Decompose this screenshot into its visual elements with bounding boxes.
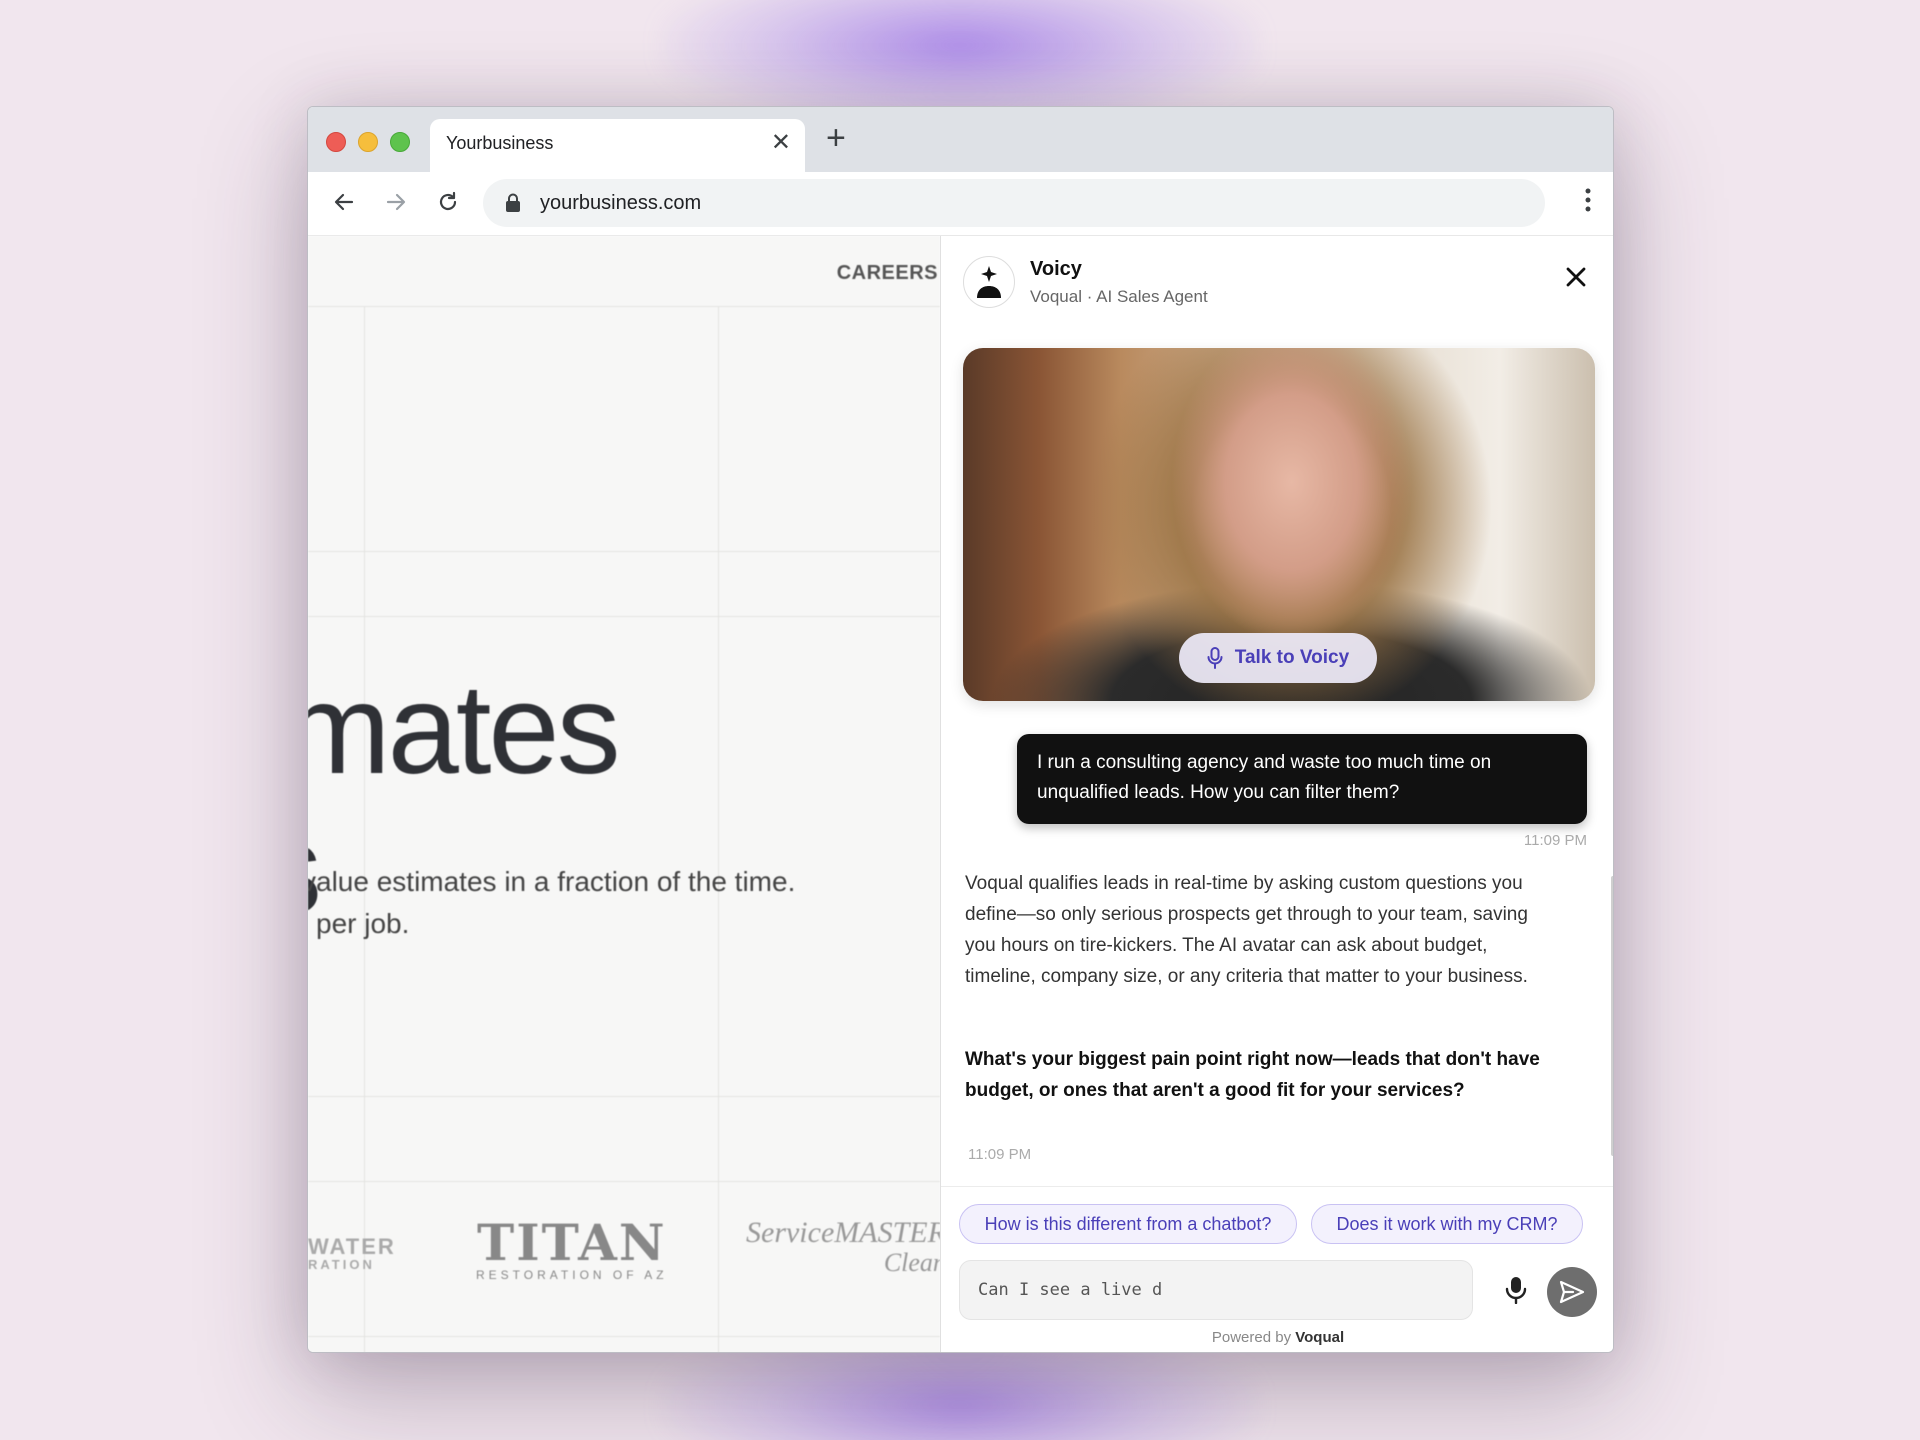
hero-heading-line1: mates <box>308 658 621 801</box>
agent-person-sparkle-icon <box>977 266 1001 298</box>
tab-title: Yourbusiness <box>446 133 554 153</box>
agent-message-text: Voqual qualifies leads in real-time by a… <box>965 873 1528 987</box>
forward-arrow-icon[interactable] <box>380 186 412 218</box>
chat-scrollbar[interactable] <box>1611 876 1613 1156</box>
message-input[interactable] <box>959 1260 1473 1320</box>
back-arrow-icon[interactable] <box>328 186 360 218</box>
grid-line <box>308 306 940 307</box>
agent-message-question: What's your biggest pain point right now… <box>965 1049 1540 1101</box>
address-bar[interactable]: yourbusiness.com <box>483 179 1545 227</box>
powered-by-prefix: Powered by <box>1211 1329 1292 1346</box>
grid-line <box>308 1181 940 1182</box>
grid-line <box>364 306 365 1352</box>
page-content: CAREERS mates s value estimates in a fra… <box>308 236 1613 1352</box>
logo-titan-name: TITAN <box>477 1213 667 1272</box>
logo-water-top: WATER <box>308 1234 396 1259</box>
avatar-video[interactable]: Talk to Voicy <box>963 348 1595 701</box>
talk-to-voicy-button[interactable]: Talk to Voicy <box>1179 633 1377 683</box>
logo-servicemaster-name: ServiceMASTER <box>746 1216 940 1249</box>
powered-by-footer: Powered by Voqual <box>941 1329 1613 1346</box>
tab-close-icon[interactable]: ✕ <box>771 131 791 155</box>
agent-message-time: 11:09 PM <box>968 1146 1032 1163</box>
send-icon <box>1559 1280 1585 1304</box>
grid-line <box>308 551 940 552</box>
client-logo-titan: TITAN RESTORATION OF AZ <box>476 1213 668 1283</box>
hero-subtitle-line2: per job. <box>316 908 410 939</box>
powered-by-brand[interactable]: Voqual <box>1295 1329 1344 1346</box>
close-window-button[interactable] <box>326 132 346 152</box>
tab-yourbusiness[interactable]: Yourbusiness ✕ <box>430 119 805 172</box>
user-message-text: I run a consulting agency and waste too … <box>1037 752 1492 803</box>
user-message-time: 11:09 PM <box>1523 832 1587 849</box>
chat-widget: Voicy Voqual · AI Sales Agent Talk to Vo… <box>940 236 1613 1352</box>
browser-menu-icon[interactable] <box>1585 188 1591 217</box>
microphone-icon <box>1207 647 1223 669</box>
agent-subtitle: Voqual · AI Sales Agent <box>1030 287 1208 306</box>
tab-bar: Yourbusiness ✕ + <box>308 107 1613 172</box>
browser-toolbar: yourbusiness.com <box>308 172 1613 236</box>
agent-name: Voicy <box>1030 258 1082 280</box>
logo-servicemaster-sub: Clean <box>883 1248 940 1277</box>
talk-button-label: Talk to Voicy <box>1234 647 1350 668</box>
grid-line <box>308 1336 940 1337</box>
suggestion-chip-chatbot[interactable]: How is this different from a chatbot? <box>959 1204 1297 1244</box>
grid-line <box>308 616 940 617</box>
send-button[interactable] <box>1547 1267 1597 1317</box>
hero-subtitle-line1: value estimates in a fraction of the tim… <box>308 866 796 897</box>
divider <box>941 1186 1613 1187</box>
close-chat-icon[interactable] <box>1565 266 1587 293</box>
client-logo-servicemaster: ServiceMASTER Clean <box>746 1216 940 1278</box>
minimize-window-button[interactable] <box>358 132 378 152</box>
agent-avatar <box>963 256 1015 308</box>
background-website: CAREERS mates s value estimates in a fra… <box>308 236 940 1352</box>
logo-water-bottom: RATION <box>308 1257 375 1272</box>
microphone-icon[interactable] <box>1505 1276 1527 1309</box>
reload-icon[interactable] <box>432 186 464 218</box>
browser-window: Yourbusiness ✕ + yourbusiness.com CAREER… <box>307 106 1614 1353</box>
client-logo-water: WATER RATION <box>308 1234 396 1272</box>
grid-line <box>718 306 719 1352</box>
lock-icon <box>505 193 521 218</box>
url-text: yourbusiness.com <box>540 192 702 214</box>
user-message-bubble: I run a consulting agency and waste too … <box>1017 734 1587 824</box>
new-tab-button[interactable]: + <box>826 121 846 155</box>
nav-link-careers[interactable]: CAREERS <box>837 262 938 285</box>
maximize-window-button[interactable] <box>390 132 410 152</box>
grid-line <box>308 1096 940 1097</box>
suggestion-chip-crm[interactable]: Does it work with my CRM? <box>1311 1204 1583 1244</box>
logo-titan-sub: RESTORATION OF AZ <box>476 1268 668 1282</box>
